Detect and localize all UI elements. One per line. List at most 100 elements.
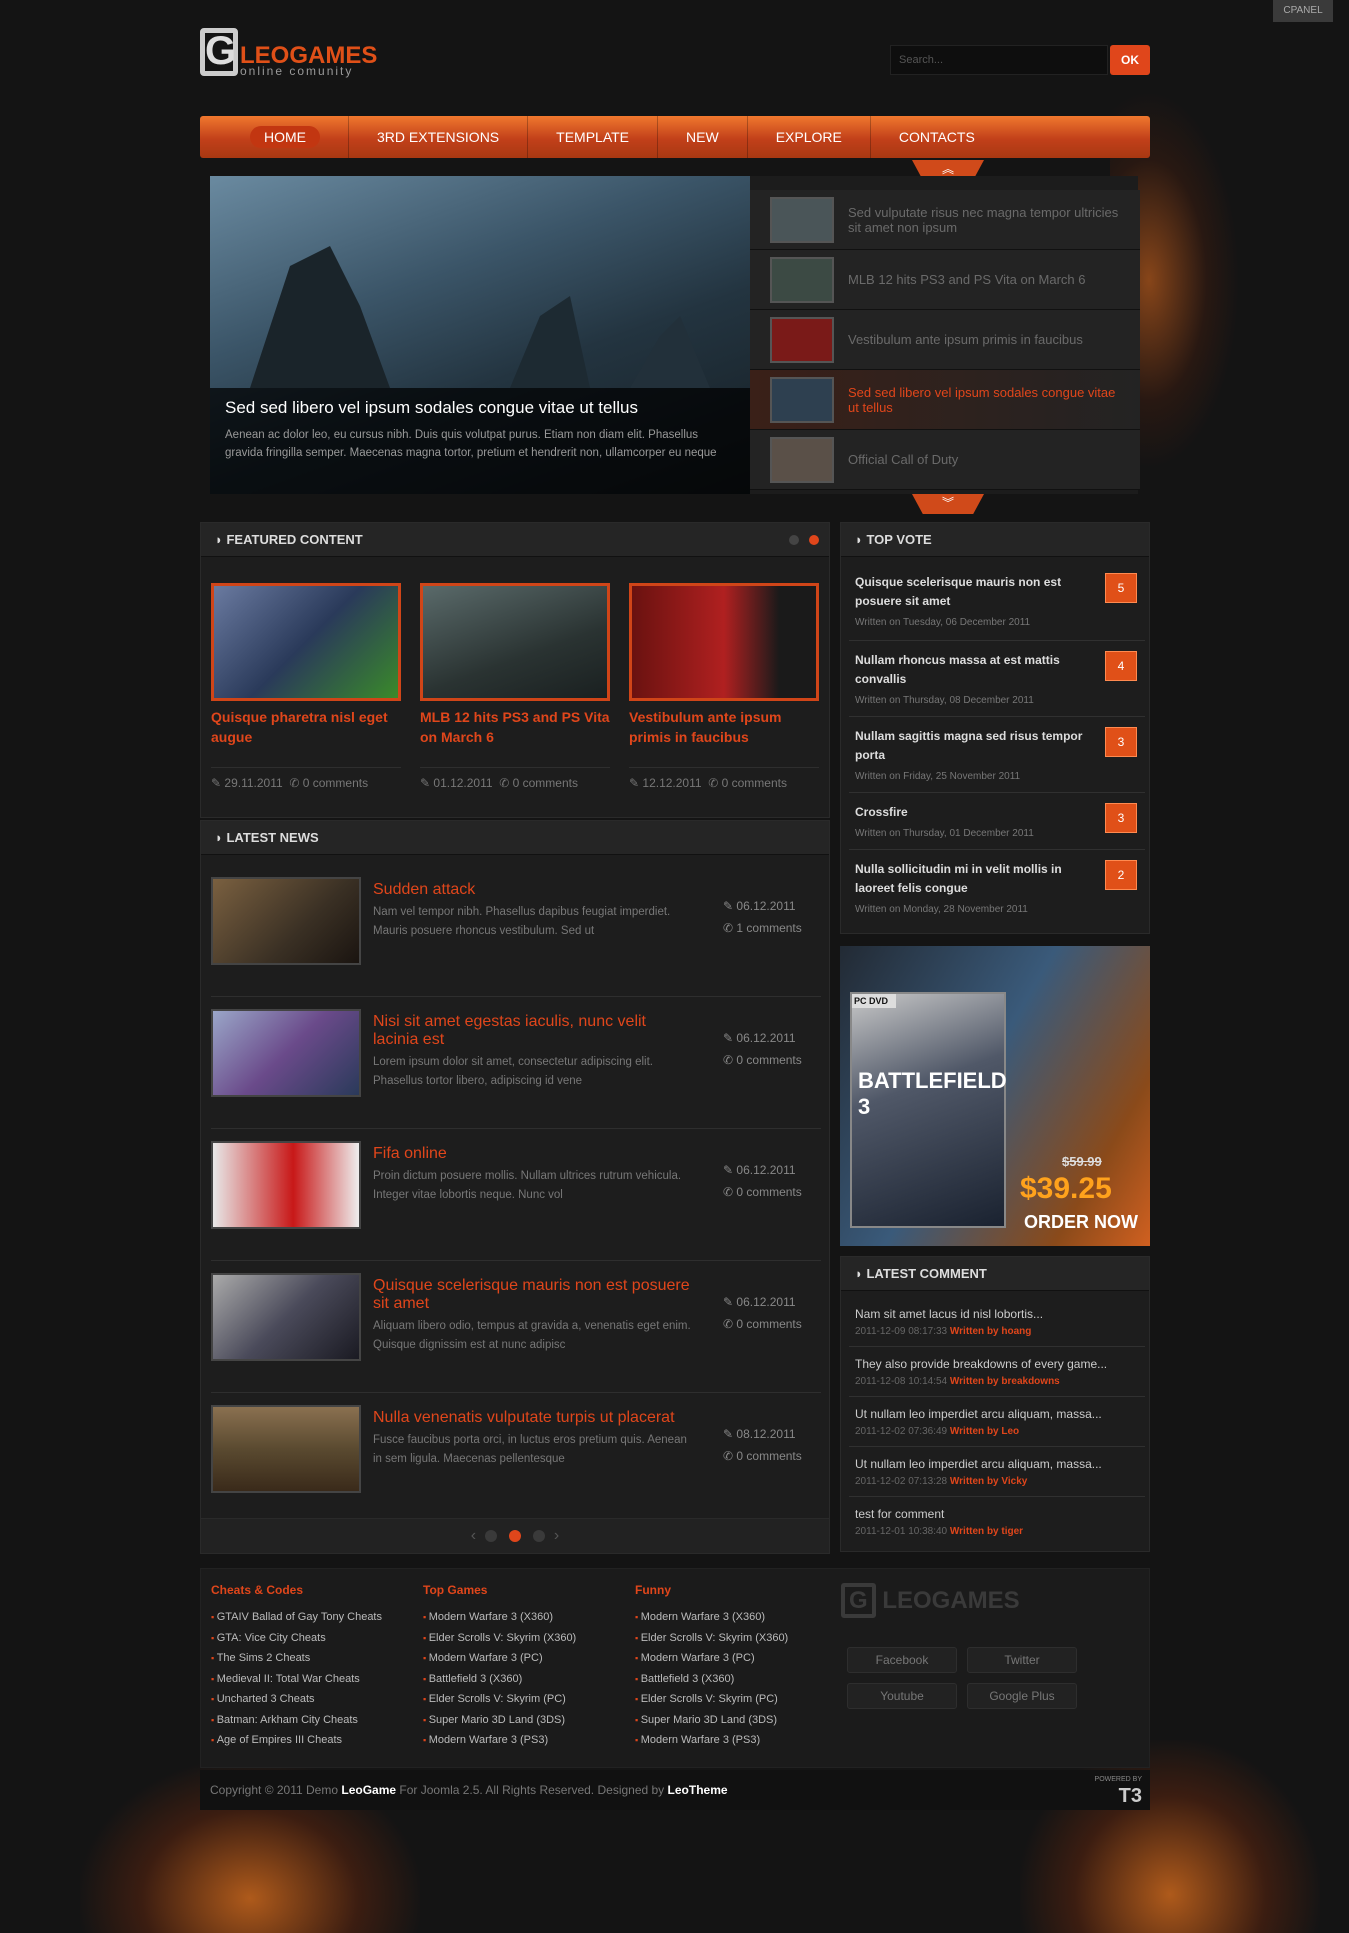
news-comments[interactable]: ✆ 1 comments <box>723 917 821 939</box>
footer-link[interactable]: Modern Warfare 3 (X360) <box>635 1607 788 1628</box>
slideshow-thumb-item[interactable]: Sed sed libero vel ipsum sodales congue … <box>750 370 1140 430</box>
comment-author[interactable]: Written by hoang <box>950 1326 1031 1337</box>
facebook-button[interactable]: Facebook <box>847 1647 957 1673</box>
news-title[interactable]: Sudden attack <box>373 881 693 899</box>
cpanel-button[interactable]: CPANEL <box>1273 0 1333 22</box>
news-image[interactable] <box>211 1405 361 1493</box>
twitter-button[interactable]: Twitter <box>967 1647 1077 1673</box>
featured-image[interactable] <box>629 583 819 701</box>
t3-badge[interactable]: POWERED BY T3 <box>1062 1774 1142 1806</box>
vote-count-badge: 5 <box>1105 573 1137 603</box>
nav-item-explore[interactable]: EXPLORE <box>748 116 871 158</box>
news-image[interactable] <box>211 1141 361 1229</box>
footer-link[interactable]: Modern Warfare 3 (PS3) <box>635 1730 788 1751</box>
footer-link[interactable]: Modern Warfare 3 (PC) <box>423 1648 576 1669</box>
featured-image[interactable] <box>211 583 401 701</box>
footer-link[interactable]: GTA: Vice City Cheats <box>211 1628 382 1649</box>
comment-author[interactable]: Written by breakdowns <box>950 1376 1060 1387</box>
vote-title[interactable]: Nulla sollicitudin mi in velit mollis in… <box>855 860 1085 898</box>
featured-image[interactable] <box>420 583 610 701</box>
news-meta: ✎ 06.12.2011 ✆ 1 comments <box>723 895 821 939</box>
pager-dot[interactable] <box>533 1529 546 1542</box>
nav-item-home[interactable]: HOME <box>222 116 349 158</box>
footer-link[interactable]: Elder Scrolls V: Skyrim (PC) <box>423 1689 576 1710</box>
designer-link[interactable]: LeoTheme <box>668 1783 728 1797</box>
featured-pager-dot-active[interactable] <box>809 535 819 545</box>
slideshow-down-arrow[interactable]: ︾ <box>912 494 984 514</box>
news-image[interactable] <box>211 877 361 965</box>
slideshow-thumb-item[interactable]: MLB 12 hits PS3 and PS Vita on March 6 <box>750 250 1140 310</box>
news-title[interactable]: Nulla venenatis vulputate turpis ut plac… <box>373 1409 693 1427</box>
order-now-button[interactable]: ORDER NOW <box>1024 1212 1138 1233</box>
slideshow-thumb-item[interactable]: Sed vulputate risus nec magna tempor ult… <box>750 190 1140 250</box>
comment-author[interactable]: Written by Vicky <box>950 1476 1027 1487</box>
footer-link[interactable]: Modern Warfare 3 (X360) <box>423 1607 576 1628</box>
footer-link[interactable]: Super Mario 3D Land (3DS) <box>423 1710 576 1731</box>
news-comments[interactable]: ✆ 0 comments <box>723 1049 821 1071</box>
footer-link[interactable]: Battlefield 3 (X360) <box>423 1669 576 1690</box>
slideshow-title[interactable]: Sed sed libero vel ipsum sodales congue … <box>225 398 735 418</box>
footer-link[interactable]: Medieval II: Total War Cheats <box>211 1669 382 1690</box>
nav-item-contacts[interactable]: CONTACTS <box>871 116 1003 158</box>
footer-link[interactable]: Batman: Arkham City Cheats <box>211 1710 382 1731</box>
news-title[interactable]: Nisi sit amet egestas iaculis, nunc veli… <box>373 1013 693 1049</box>
news-item: Nisi sit amet egestas iaculis, nunc veli… <box>211 1009 821 1129</box>
battlefield-ad-banner[interactable]: PC DVD BATTLEFIELD 3 $59.99 $39.25 ORDER… <box>840 946 1150 1246</box>
news-image[interactable] <box>211 1273 361 1361</box>
comment-author[interactable]: Written by tiger <box>950 1526 1023 1537</box>
footer-link[interactable]: Age of Empires III Cheats <box>211 1730 382 1751</box>
news-title[interactable]: Fifa online <box>373 1145 693 1163</box>
footer-link[interactable]: Uncharted 3 Cheats <box>211 1689 382 1710</box>
pager-next-icon[interactable]: › <box>554 1527 559 1544</box>
news-comments[interactable]: ✆ 0 comments <box>723 1445 821 1467</box>
youtube-button[interactable]: Youtube <box>847 1683 957 1709</box>
vote-title[interactable]: Nullam rhoncus massa at est mattis conva… <box>855 651 1085 689</box>
vote-title[interactable]: Quisque scelerisque mauris non est posue… <box>855 573 1085 611</box>
footer-link[interactable]: The Sims 2 Cheats <box>211 1648 382 1669</box>
featured-title[interactable]: Quisque pharetra nisl eget augue <box>211 707 401 767</box>
pager-dot[interactable] <box>484 1529 497 1542</box>
vote-title[interactable]: Nullam sagittis magna sed risus tempor p… <box>855 727 1085 765</box>
footer-link[interactable]: Modern Warfare 3 (PC) <box>635 1648 788 1669</box>
footer-column-funny: Funny Modern Warfare 3 (X360) Elder Scro… <box>635 1583 788 1751</box>
search-ok-button[interactable]: OK <box>1110 45 1150 75</box>
news-image[interactable] <box>211 1009 361 1097</box>
comment-item[interactable]: They also provide breakdowns of every ga… <box>849 1347 1145 1397</box>
featured-title[interactable]: MLB 12 hits PS3 and PS Vita on March 6 <box>420 707 610 767</box>
featured-title[interactable]: Vestibulum ante ipsum primis in faucibus <box>629 707 819 767</box>
vote-item: Nulla sollicitudin mi in velit mollis in… <box>849 850 1145 928</box>
featured-comments[interactable]: 0 comments <box>722 776 787 790</box>
pager-dot-active[interactable] <box>509 1529 521 1542</box>
news-comments[interactable]: ✆ 0 comments <box>723 1181 821 1203</box>
comment-item[interactable]: Ut nullam leo imperdiet arcu aliquam, ma… <box>849 1447 1145 1497</box>
comment-author[interactable]: Written by Leo <box>950 1426 1019 1437</box>
nav-item-3rd-extensions[interactable]: 3RD EXTENSIONS <box>349 116 529 158</box>
footer-link[interactable]: Modern Warfare 3 (PS3) <box>423 1730 576 1751</box>
footer-link[interactable]: Elder Scrolls V: Skyrim (X360) <box>423 1628 577 1649</box>
comment-item[interactable]: Ut nullam leo imperdiet arcu aliquam, ma… <box>849 1397 1145 1447</box>
vote-title[interactable]: Crossfire <box>855 803 1085 822</box>
footer-link[interactable]: Battlefield 3 (X360) <box>635 1669 788 1690</box>
google-plus-button[interactable]: Google Plus <box>967 1683 1077 1709</box>
slideshow-main-image[interactable]: Sed sed libero vel ipsum sodales congue … <box>210 176 750 494</box>
footer-link[interactable]: Super Mario 3D Land (3DS) <box>635 1710 788 1731</box>
thumb-image <box>770 196 834 243</box>
featured-pager-dot[interactable] <box>789 535 799 545</box>
slideshow-thumb-item[interactable]: Vestibulum ante ipsum primis in faucibus <box>750 310 1140 370</box>
nav-item-new[interactable]: NEW <box>658 116 748 158</box>
slideshow-thumb-item[interactable]: Official Call of Duty <box>750 430 1140 490</box>
search-input[interactable]: Search... <box>890 45 1108 75</box>
comment-item[interactable]: test for comment 2011-12-01 10:38:40 Wri… <box>849 1497 1145 1547</box>
footer-link[interactable]: Elder Scrolls V: Skyrim (X360) <box>635 1628 789 1649</box>
footer-link[interactable]: GTAIV Ballad of Gay Tony Cheats <box>211 1607 382 1628</box>
news-title[interactable]: Quisque scelerisque mauris non est posue… <box>373 1277 693 1313</box>
pager-prev-icon[interactable]: ‹ <box>471 1527 476 1544</box>
brand-link[interactable]: LeoGame <box>341 1783 396 1797</box>
site-logo[interactable]: G LEOGAMES online comunity <box>200 28 380 78</box>
featured-comments[interactable]: 0 comments <box>303 776 368 790</box>
footer-link[interactable]: Elder Scrolls V: Skyrim (PC) <box>635 1689 788 1710</box>
nav-item-template[interactable]: TEMPLATE <box>528 116 659 158</box>
featured-comments[interactable]: 0 comments <box>513 776 578 790</box>
comment-item[interactable]: Nam sit amet lacus id nisl lobortis... 2… <box>849 1297 1145 1347</box>
news-comments[interactable]: ✆ 0 comments <box>723 1313 821 1335</box>
